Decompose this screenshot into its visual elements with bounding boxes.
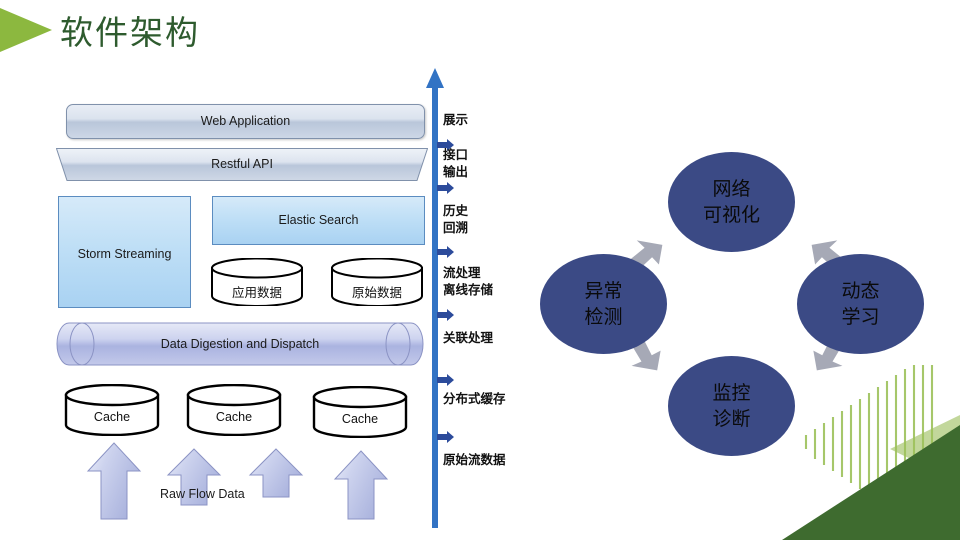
axis-tick-arrow-2-icon bbox=[437, 182, 454, 194]
stage-label-stream-storage: 流处理 离线存储 bbox=[443, 265, 494, 297]
stage-label-presentation: 展示 bbox=[443, 112, 469, 127]
database-app-data-label: 应用数据 bbox=[231, 285, 282, 300]
layer-elastic-search-label: Elastic Search bbox=[278, 213, 359, 227]
slide-canvas: 软件架构 Web Application Restful API Storm S… bbox=[0, 0, 960, 540]
node-dynamic-learning-label: 动态 学习 bbox=[841, 280, 880, 328]
node-anomaly-detection[interactable]: 异常 检测 bbox=[540, 254, 667, 354]
layer-restful-api[interactable]: Restful API bbox=[56, 148, 428, 181]
stage-label-raw-stream: 原始流数据 bbox=[443, 452, 506, 467]
layer-web-application[interactable]: Web Application bbox=[66, 104, 425, 139]
axis-tick-arrow-5-icon bbox=[437, 374, 454, 386]
stage-label-dist-cache: 分布式缓存 bbox=[443, 391, 506, 406]
layer-storm-streaming-label: Storm Streaming bbox=[77, 247, 172, 261]
cache-cylinder-2[interactable]: Cache bbox=[186, 384, 282, 436]
layer-storm-streaming[interactable]: Storm Streaming bbox=[58, 196, 191, 308]
corner-decoration bbox=[782, 365, 960, 540]
cache-cylinder-3-label: Cache bbox=[341, 412, 379, 426]
software-architecture-stack: Web Application Restful API Storm Stream… bbox=[0, 0, 470, 540]
processing-stage-axis bbox=[426, 68, 444, 528]
node-network-visualization-label: 网络 可视化 bbox=[702, 178, 760, 226]
axis-tick-arrow-3-icon bbox=[437, 246, 454, 258]
layer-data-digestion[interactable]: Data Digestion and Dispatch bbox=[56, 322, 424, 366]
node-anomaly-detection-label: 异常 检测 bbox=[584, 280, 623, 328]
raw-flow-arrow-4-icon bbox=[333, 450, 389, 520]
database-app-data[interactable]: 应用数据 bbox=[210, 258, 304, 306]
node-monitor-diagnosis-label: 监控 诊断 bbox=[712, 382, 751, 430]
layer-restful-api-label: Restful API bbox=[211, 157, 273, 171]
database-raw-data-label: 原始数据 bbox=[351, 285, 402, 300]
raw-flow-arrow-3-icon bbox=[248, 448, 304, 498]
raw-flow-data-label: Raw Flow Data bbox=[160, 487, 245, 501]
raw-flow-arrow-1-icon bbox=[86, 442, 142, 520]
node-dynamic-learning[interactable]: 动态 学习 bbox=[797, 254, 924, 354]
cache-cylinder-3[interactable]: Cache bbox=[312, 386, 408, 438]
axis-tick-arrow-4-icon bbox=[437, 309, 454, 321]
stage-label-api-output: 接口 输出 bbox=[443, 147, 469, 179]
cache-cylinder-2-label: Cache bbox=[215, 410, 253, 424]
stage-label-history: 历史 回溯 bbox=[443, 203, 469, 235]
stage-label-correlation: 关联处理 bbox=[443, 330, 494, 345]
node-network-visualization[interactable]: 网络 可视化 bbox=[668, 152, 795, 252]
layer-web-application-label: Web Application bbox=[200, 114, 291, 128]
cache-cylinder-1[interactable]: Cache bbox=[64, 384, 160, 436]
axis-tick-arrow-6-icon bbox=[437, 431, 454, 443]
cache-cylinder-1-label: Cache bbox=[93, 410, 131, 424]
layer-elastic-search[interactable]: Elastic Search bbox=[212, 196, 425, 245]
layer-data-digestion-label: Data Digestion and Dispatch bbox=[160, 337, 320, 351]
database-raw-data[interactable]: 原始数据 bbox=[330, 258, 424, 306]
